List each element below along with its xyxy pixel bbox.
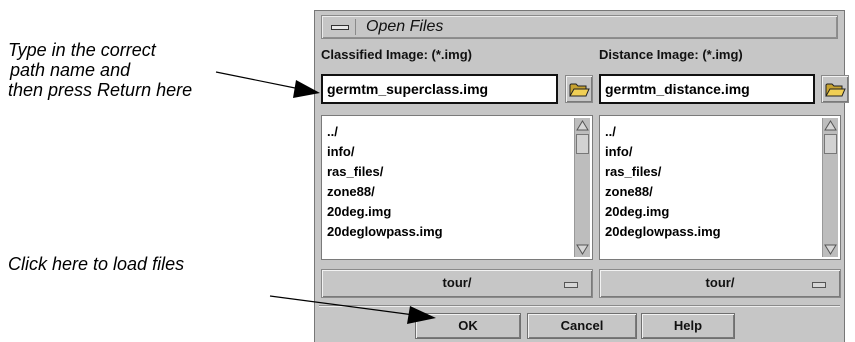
- dialog-title: Open Files: [366, 18, 444, 35]
- callout-line: path name and: [10, 60, 131, 80]
- list-item[interactable]: zone88/: [327, 182, 570, 202]
- directory-label: tour/: [705, 275, 735, 290]
- list-item[interactable]: 20deg.img: [605, 202, 818, 222]
- arrow-to-path-field: [215, 71, 320, 98]
- window-menu-icon[interactable]: [326, 19, 356, 35]
- scroll-thumb[interactable]: [576, 134, 589, 154]
- list-item[interactable]: info/: [327, 142, 570, 162]
- open-folder-icon: [569, 83, 590, 97]
- scroll-up-icon[interactable]: [576, 119, 589, 132]
- cancel-button[interactable]: Cancel: [527, 313, 637, 339]
- list-item[interactable]: 20deglowpass.img: [605, 222, 818, 242]
- distance-path-input[interactable]: germtm_distance.img: [599, 74, 815, 104]
- open-files-dialog: Open Files Classified Image: (*.img) ger…: [314, 10, 849, 342]
- callout-path-instruction: Type in the correct path name and then p…: [8, 40, 192, 100]
- option-menu-indicator-icon: [564, 282, 578, 288]
- separator: [319, 305, 840, 307]
- callout-load-instruction: Click here to load files: [8, 254, 184, 274]
- list-item[interactable]: ../: [605, 122, 818, 142]
- directory-label: tour/: [442, 275, 472, 290]
- callout-line: then press Return here: [8, 80, 193, 100]
- classified-path-input[interactable]: germtm_superclass.img: [321, 74, 558, 104]
- classified-browse-button[interactable]: [565, 75, 593, 103]
- scroll-down-icon[interactable]: [824, 243, 837, 256]
- classified-image-label: Classified Image: (*.img): [321, 47, 472, 62]
- title-bar: Open Files: [321, 15, 838, 39]
- help-button[interactable]: Help: [641, 313, 735, 339]
- list-item[interactable]: zone88/: [605, 182, 818, 202]
- classified-directory-menu[interactable]: tour/: [321, 269, 593, 298]
- callout-line: Click here to load files: [8, 254, 185, 274]
- list-item[interactable]: ras_files/: [605, 162, 818, 182]
- distance-scrollbar[interactable]: [822, 118, 838, 257]
- scroll-up-icon[interactable]: [824, 119, 837, 132]
- list-item[interactable]: ras_files/: [327, 162, 570, 182]
- distance-directory-menu[interactable]: tour/: [599, 269, 841, 298]
- open-folder-icon: [825, 83, 846, 97]
- list-item[interactable]: 20deg.img: [327, 202, 570, 222]
- scroll-down-icon[interactable]: [576, 243, 589, 256]
- distance-file-list[interactable]: ../ info/ ras_files/ zone88/ 20deg.img 2…: [599, 115, 841, 260]
- list-item[interactable]: ../: [327, 122, 570, 142]
- list-item[interactable]: info/: [605, 142, 818, 162]
- distance-image-label: Distance Image: (*.img): [599, 47, 743, 62]
- distance-browse-button[interactable]: [821, 75, 849, 103]
- classified-file-list[interactable]: ../ info/ ras_files/ zone88/ 20deg.img 2…: [321, 115, 593, 260]
- scroll-thumb[interactable]: [824, 134, 837, 154]
- callout-line: Type in the correct: [8, 40, 156, 60]
- list-item[interactable]: 20deglowpass.img: [327, 222, 570, 242]
- classified-scrollbar[interactable]: [574, 118, 590, 257]
- option-menu-indicator-icon: [812, 282, 826, 288]
- ok-button[interactable]: OK: [415, 313, 521, 339]
